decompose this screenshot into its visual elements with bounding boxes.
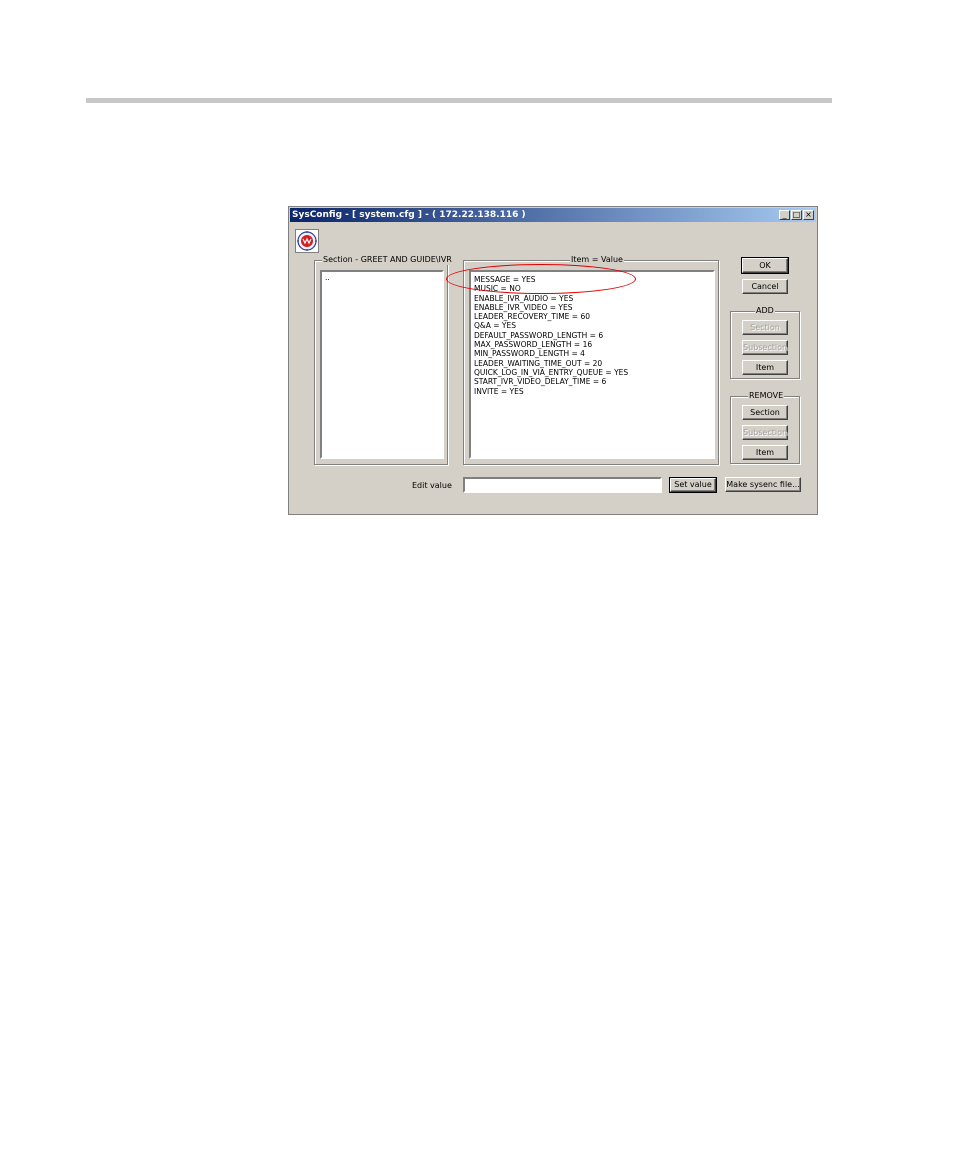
list-item[interactable]: MUSIC = NO xyxy=(474,284,710,293)
list-item[interactable]: START_IVR_VIDEO_DELAY_TIME = 6 xyxy=(474,377,710,386)
minimize-icon[interactable]: _ xyxy=(779,210,790,220)
add-item-button[interactable]: Item xyxy=(742,360,788,375)
set-value-button[interactable]: Set value xyxy=(669,477,717,493)
items-group-label: Item = Value xyxy=(570,255,624,265)
list-item[interactable]: LEADER_RECOVERY_TIME = 60 xyxy=(474,312,710,321)
list-item[interactable]: Q&A = YES xyxy=(474,321,710,330)
remove-group: REMOVE Section Subsection Item xyxy=(730,391,800,464)
edit-value-label: Edit value xyxy=(412,481,452,490)
items-group: Item = Value MESSAGE = YES MUSIC = NO EN… xyxy=(463,255,719,465)
title-bar[interactable]: SysConfig - [ system.cfg ] - ( 172.22.13… xyxy=(290,208,816,222)
remove-section-button[interactable]: Section xyxy=(742,405,788,420)
cancel-button[interactable]: Cancel xyxy=(742,279,788,294)
close-icon[interactable]: × xyxy=(803,210,814,220)
page-header-rule xyxy=(86,98,832,103)
ok-button[interactable]: OK xyxy=(741,257,789,274)
add-section-button[interactable]: Section xyxy=(742,320,788,335)
list-item[interactable]: DEFAULT_PASSWORD_LENGTH = 6 xyxy=(474,331,710,340)
list-item[interactable]: .. xyxy=(325,273,439,282)
maximize-icon[interactable]: □ xyxy=(791,210,802,220)
list-item[interactable]: ENABLE_IVR_VIDEO = YES xyxy=(474,303,710,312)
add-group-label: ADD xyxy=(755,306,775,316)
list-item[interactable]: MESSAGE = YES xyxy=(474,275,710,284)
list-item[interactable]: MIN_PASSWORD_LENGTH = 4 xyxy=(474,349,710,358)
list-item[interactable]: QUICK_LOG_IN_VIA_ENTRY_QUEUE = YES xyxy=(474,368,710,377)
section-list[interactable]: .. xyxy=(320,270,444,459)
section-group: Section - GREET AND GUIDE\IVR .. xyxy=(314,255,453,465)
window-title: SysConfig - [ system.cfg ] - ( 172.22.13… xyxy=(292,210,526,220)
edit-value-field[interactable] xyxy=(463,477,662,493)
section-group-label: Section - GREET AND GUIDE\IVR xyxy=(322,255,453,265)
app-logo-icon xyxy=(295,229,319,253)
make-sysenc-file-button[interactable]: Make sysenc file... xyxy=(725,477,801,492)
remove-item-button[interactable]: Item xyxy=(742,445,788,460)
list-item[interactable]: MAX_PASSWORD_LENGTH = 16 xyxy=(474,340,710,349)
sysconfig-window: SysConfig - [ system.cfg ] - ( 172.22.13… xyxy=(288,206,818,515)
list-item[interactable]: LEADER_WAITING_TIME_OUT = 20 xyxy=(474,359,710,368)
add-group: ADD Section Subsection Item xyxy=(730,306,800,379)
list-item[interactable]: ENABLE_IVR_AUDIO = YES xyxy=(474,294,710,303)
item-value-list[interactable]: MESSAGE = YES MUSIC = NO ENABLE_IVR_AUDI… xyxy=(469,270,715,459)
list-item[interactable]: INVITE = YES xyxy=(474,387,710,396)
remove-group-label: REMOVE xyxy=(748,391,785,401)
add-subsection-button[interactable]: Subsection xyxy=(742,340,788,355)
remove-subsection-button[interactable]: Subsection xyxy=(742,425,788,440)
